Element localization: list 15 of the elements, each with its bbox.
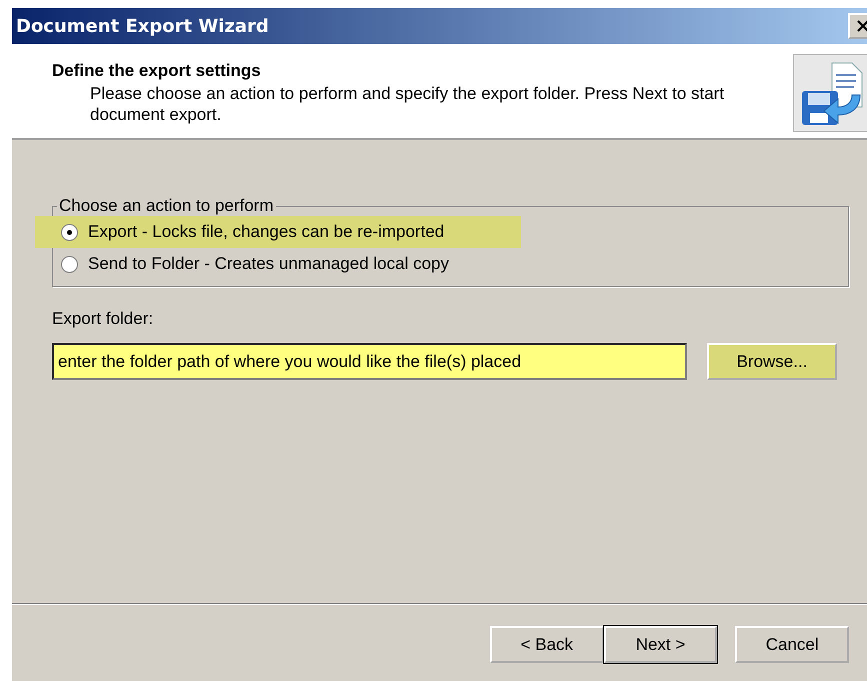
page-title: Define the export settings bbox=[52, 61, 262, 81]
group-label: Choose an action to perform bbox=[58, 196, 275, 216]
field-label: Export folder: bbox=[52, 309, 154, 329]
close-icon bbox=[856, 19, 867, 33]
radio-option[interactable]: Export - Locks file, changes can be re-imported bbox=[35, 216, 521, 248]
wizard-button[interactable]: Cancel bbox=[735, 626, 850, 663]
browse-button[interactable]: Browse... bbox=[707, 343, 837, 380]
radio-icon[interactable] bbox=[61, 224, 78, 240]
wizard-button[interactable]: < Back bbox=[490, 626, 604, 663]
folder-path-field[interactable]: enter the folder path of where you would like the file(s) placed bbox=[52, 343, 687, 380]
radio-icon[interactable] bbox=[61, 256, 78, 272]
radio-option[interactable]: Send to Folder - Creates unmanaged local copy bbox=[35, 248, 521, 280]
wizard-button[interactable]: Next > bbox=[604, 626, 718, 663]
page-description: Please choose an action to perform and specify the export folder. Press Next to start document export. bbox=[89, 83, 726, 125]
window-title: Document Export Wizard bbox=[16, 16, 269, 36]
